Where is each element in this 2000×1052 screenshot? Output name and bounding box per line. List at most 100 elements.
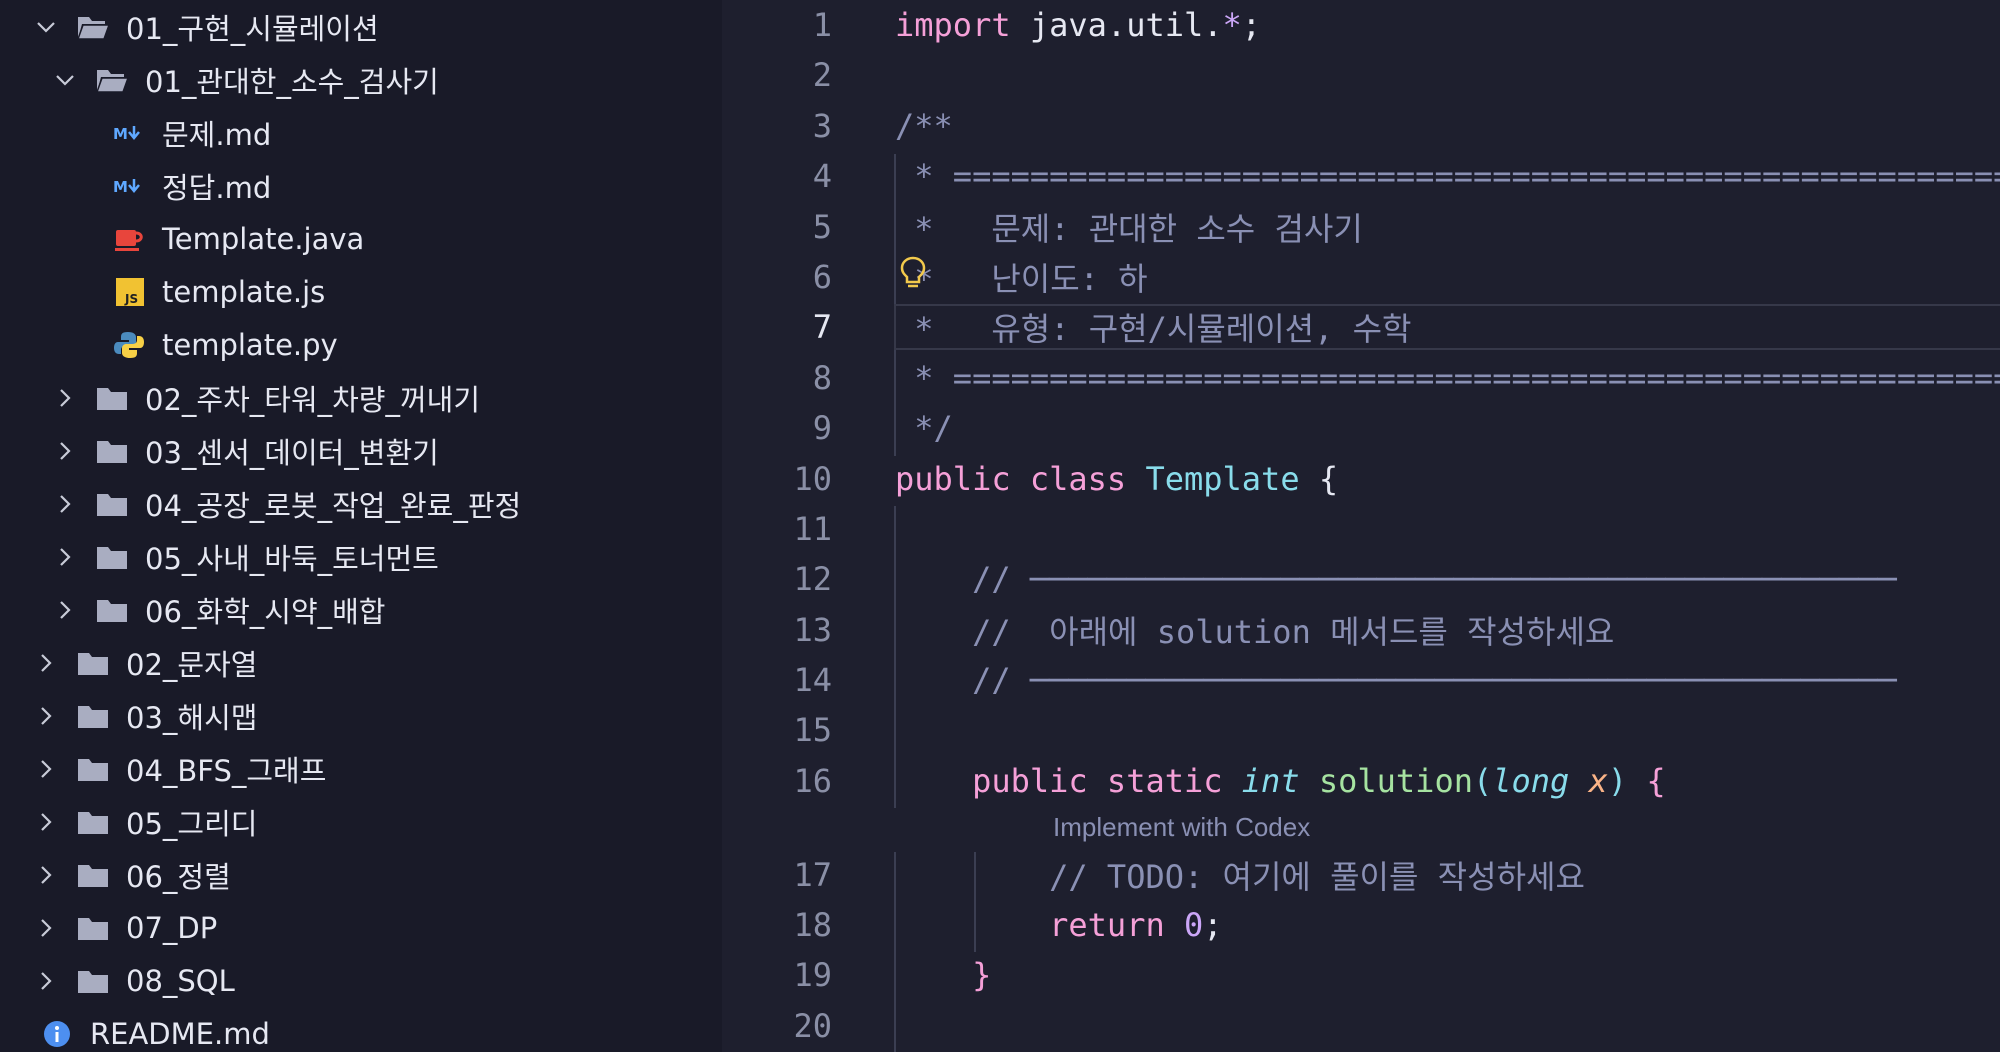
- chevron-right-icon[interactable]: [28, 645, 64, 681]
- line-number-row: 11: [722, 504, 842, 554]
- tree-item-label: 06_정렬: [126, 859, 231, 894]
- tree-item-label: 05_사내_바둑_토너먼트: [145, 541, 439, 576]
- line-number-row: 15: [722, 705, 842, 755]
- folder-item[interactable]: 02_주차_타워_차량_꺼내기: [0, 371, 722, 424]
- tree-item-label: README.md: [90, 1016, 270, 1051]
- code-line-3[interactable]: /**: [722, 101, 2000, 151]
- code-line-8[interactable]: * ======================================…: [722, 353, 2000, 403]
- chevron-right-icon[interactable]: [28, 751, 64, 787]
- folder-icon: [74, 964, 112, 998]
- tree-item-label: 04_공장_로봇_작업_완료_판정: [145, 488, 522, 523]
- markdown-icon: M: [110, 169, 148, 203]
- folder-item[interactable]: 01_관대한_소수_검사기: [0, 53, 722, 106]
- code-line-9[interactable]: */: [722, 403, 2000, 453]
- lightbulb-icon[interactable]: [900, 256, 926, 290]
- comment: */: [895, 409, 953, 447]
- chevron-right-icon[interactable]: [28, 963, 64, 999]
- code-line-5[interactable]: * 문제: 관대한 소수 검사기: [722, 202, 2000, 252]
- code-line-14[interactable]: // ─────────────────────────────────────…: [722, 655, 2000, 705]
- tree-item-label: 08_SQL: [126, 963, 235, 998]
- folder-item[interactable]: 06_화학_시약_배합: [0, 583, 722, 636]
- keyword: static: [1087, 762, 1223, 800]
- tree-item-label: 03_센서_데이터_변환기: [145, 435, 439, 470]
- parameter: x: [1569, 762, 1608, 800]
- chevron-right-icon[interactable]: [47, 433, 83, 469]
- code-line-18[interactable]: return 0;: [722, 900, 2000, 950]
- folder-icon: [93, 593, 131, 627]
- code-editor[interactable]: 1 2 3 4 5 6 7 8 9 10 11 12 13 14 15 16 17 18 19 20 import j…: [722, 0, 2000, 1052]
- folder-icon: [74, 646, 112, 680]
- java-icon: [110, 222, 148, 256]
- folder-item[interactable]: 05_사내_바둑_토너먼트: [0, 530, 722, 583]
- folder-icon: [93, 487, 131, 521]
- chevron-right-icon[interactable]: [47, 539, 83, 575]
- folder-icon: [93, 434, 131, 468]
- line-number: 15: [793, 711, 832, 749]
- chevron-right-icon[interactable]: [28, 804, 64, 840]
- number: 0: [1164, 906, 1204, 944]
- chevron-right-icon[interactable]: [28, 857, 64, 893]
- file-item[interactable]: Template.java: [0, 212, 722, 265]
- code-line-1[interactable]: import java.util.*;: [722, 0, 2000, 50]
- type: int: [1222, 762, 1300, 800]
- keyword: return: [895, 906, 1165, 944]
- folder-item[interactable]: 03_센서_데이터_변환기: [0, 424, 722, 477]
- code-line-13[interactable]: // 아래에 solution 메서드를 작성하세요: [722, 605, 2000, 655]
- tree-item-label: 문제.md: [162, 117, 272, 152]
- folder-icon: [74, 858, 112, 892]
- tree-item-label: 정답.md: [162, 170, 272, 205]
- tree-item-label: 05_그리디: [126, 806, 258, 841]
- codex-code-lens[interactable]: Implement with Codex: [1053, 812, 1310, 843]
- chevron-right-icon[interactable]: [28, 910, 64, 946]
- code-line-17[interactable]: // TODO: 여기에 풀이를 작성하세요: [722, 850, 2000, 900]
- tree-item-label: 01_관대한_소수_검사기: [145, 64, 439, 99]
- code-line-12[interactable]: // ─────────────────────────────────────…: [722, 554, 2000, 604]
- code-line-10[interactable]: public class Template {: [722, 454, 2000, 504]
- code-line-7[interactable]: * 유형: 구현/시뮬레이션, 수학: [722, 302, 2000, 352]
- folder-item[interactable]: 07_DP: [0, 901, 722, 954]
- class-name: Template: [1126, 460, 1300, 498]
- chevron-right-icon[interactable]: [47, 592, 83, 628]
- folder-item[interactable]: 06_정렬: [0, 848, 722, 901]
- file-item[interactable]: JS template.js: [0, 265, 722, 318]
- type: long: [1492, 762, 1570, 800]
- markdown-icon: M: [110, 116, 148, 150]
- chevron-down-icon[interactable]: [28, 9, 64, 45]
- tree-item-label: 06_화학_시약_배합: [145, 594, 386, 629]
- folder-item[interactable]: 08_SQL: [0, 954, 722, 1007]
- folder-item[interactable]: 03_해시맵: [0, 689, 722, 742]
- file-item[interactable]: README.md: [0, 1007, 722, 1052]
- tree-item-label: 03_해시맵: [126, 700, 258, 735]
- chevron-right-icon[interactable]: [28, 698, 64, 734]
- file-item[interactable]: M 정답.md: [0, 159, 722, 212]
- folder-item[interactable]: 02_문자열: [0, 636, 722, 689]
- code-text: ;: [1241, 6, 1262, 44]
- chevron-right-icon[interactable]: [47, 380, 83, 416]
- svg-text:JS: JS: [124, 292, 138, 306]
- folder-item[interactable]: 04_BFS_그래프: [0, 742, 722, 795]
- chevron-right-icon[interactable]: [47, 486, 83, 522]
- code-line-16[interactable]: public static int solution(long x) {: [722, 756, 2000, 806]
- file-item[interactable]: M 문제.md: [0, 106, 722, 159]
- tree-item-label: template.js: [162, 274, 326, 309]
- comment: * 난이도: 하: [895, 260, 1148, 298]
- brace: {: [1627, 762, 1666, 800]
- javascript-icon: JS: [110, 275, 148, 309]
- folder-icon: [93, 381, 131, 415]
- code-line-4[interactable]: * ======================================…: [722, 151, 2000, 201]
- line-number: 20: [793, 1007, 832, 1045]
- comment: /**: [895, 107, 953, 145]
- code-text: {: [1299, 460, 1339, 498]
- tree-item-label: 02_주차_타워_차량_꺼내기: [145, 382, 481, 417]
- folder-item[interactable]: 01_구현_시뮬레이션: [0, 0, 722, 53]
- tree-item-label: 01_구현_시뮬레이션: [126, 11, 379, 46]
- comment: * 문제: 관대한 소수 검사기: [895, 210, 1363, 248]
- folder-item[interactable]: 05_그리디: [0, 795, 722, 848]
- paren: (: [1472, 762, 1493, 800]
- folder-open-icon: [74, 10, 112, 44]
- file-item[interactable]: template.py: [0, 318, 722, 371]
- code-line-19[interactable]: }: [722, 950, 2000, 1000]
- chevron-down-icon[interactable]: [47, 62, 83, 98]
- brace: }: [895, 956, 992, 994]
- folder-item[interactable]: 04_공장_로봇_작업_완료_판정: [0, 477, 722, 530]
